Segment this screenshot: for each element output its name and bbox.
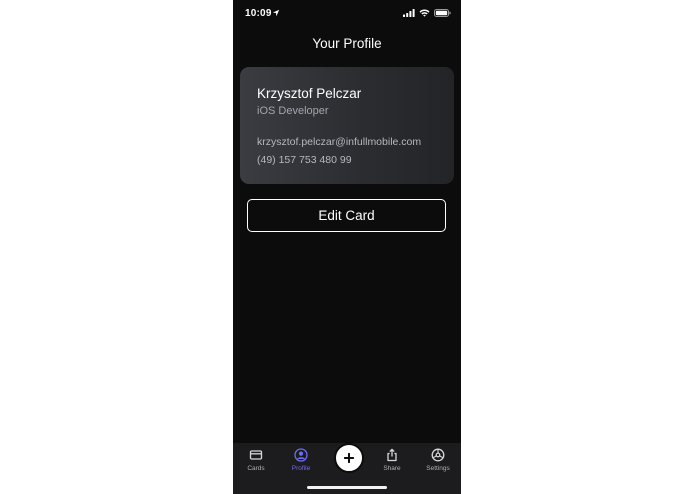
phone-screen: 10:09 Your Profile Krzysztof Pelczar iOS… xyxy=(233,0,461,494)
tab-profile[interactable]: Profile xyxy=(281,448,321,472)
cellular-signal-icon xyxy=(403,9,415,17)
profile-card: Krzysztof Pelczar iOS Developer krzyszto… xyxy=(240,67,454,184)
card-name: Krzysztof Pelczar xyxy=(257,86,362,101)
plus-icon xyxy=(344,453,354,463)
edit-card-button[interactable]: Edit Card xyxy=(247,199,446,232)
status-time: 10:09 xyxy=(245,8,272,19)
tab-label-settings: Settings xyxy=(426,465,450,472)
tab-label-share: Share xyxy=(383,465,401,472)
tab-share[interactable]: Share xyxy=(372,448,412,472)
add-card-button[interactable] xyxy=(334,443,364,473)
location-arrow-icon xyxy=(272,9,280,17)
wifi-icon xyxy=(419,9,430,17)
tab-label-cards: Cards xyxy=(247,465,265,472)
tab-cards[interactable]: Cards xyxy=(236,448,276,472)
tab-label-profile: Profile xyxy=(291,465,311,472)
share-icon xyxy=(387,448,397,462)
card-phone: (49) 157 753 480 99 xyxy=(257,154,352,166)
tab-settings[interactable]: Settings xyxy=(418,448,458,472)
card-role: iOS Developer xyxy=(257,105,329,117)
battery-icon xyxy=(434,9,451,17)
page-title: Your Profile xyxy=(312,36,382,51)
home-indicator[interactable] xyxy=(307,486,387,489)
card-email: krzysztof.pelczar@infullmobile.com xyxy=(257,136,422,148)
status-bar: 10:09 xyxy=(233,0,461,26)
profile-icon xyxy=(294,448,308,462)
card-icon xyxy=(249,450,263,460)
settings-icon xyxy=(431,448,445,462)
status-indicators xyxy=(403,9,451,17)
